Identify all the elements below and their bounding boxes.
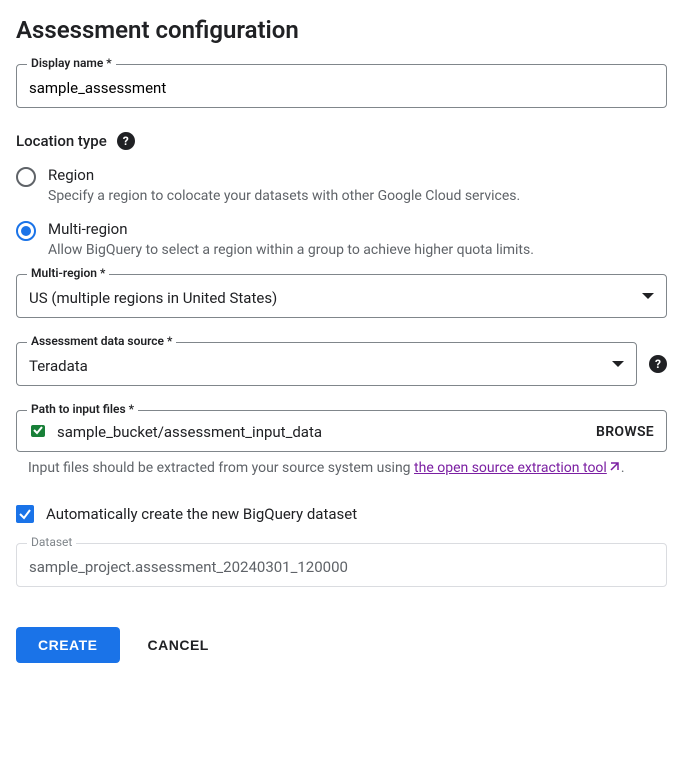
radio-region[interactable]: Region Specify a region to colocate your… [16, 166, 667, 204]
auto-create-label: Automatically create the new BigQuery da… [46, 505, 357, 523]
radio-multiregion-desc: Allow BigQuery to select a region within… [48, 242, 534, 258]
external-link-icon [607, 460, 621, 481]
multiregion-select[interactable]: Multi-region * US (multiple regions in U… [16, 274, 667, 318]
help-icon[interactable]: ? [649, 355, 667, 373]
radio-region-label: Region [48, 166, 520, 184]
display-name-label: Display name * [27, 56, 116, 70]
extraction-tool-link[interactable]: the open source extraction tool [414, 460, 621, 476]
multiregion-value[interactable]: US (multiple regions in United States) [17, 275, 666, 317]
radio-region-control[interactable] [16, 167, 36, 187]
create-button[interactable]: CREATE [16, 627, 120, 663]
cancel-button[interactable]: CANCEL [148, 637, 209, 653]
data-source-label: Assessment data source * [27, 334, 176, 348]
dataset-field: Dataset [16, 543, 667, 587]
path-hint: Input files should be extracted from you… [28, 458, 667, 481]
auto-create-checkbox[interactable] [16, 505, 34, 523]
display-name-field[interactable]: Display name * [16, 64, 667, 108]
radio-region-desc: Specify a region to colocate your datase… [48, 188, 520, 204]
multiregion-label: Multi-region * [27, 266, 109, 280]
path-value: sample_bucket/assessment_input_data [57, 423, 586, 441]
path-field[interactable]: Path to input files * sample_bucket/asse… [16, 410, 667, 452]
radio-multiregion-label: Multi-region [48, 220, 534, 238]
browse-button[interactable]: BROWSE [596, 424, 654, 440]
radio-multiregion-control[interactable] [16, 221, 36, 241]
path-label: Path to input files * [27, 402, 138, 416]
location-type-title: Location type [16, 132, 107, 150]
help-icon[interactable]: ? [117, 132, 135, 150]
bucket-icon [29, 421, 47, 443]
display-name-input[interactable] [17, 65, 666, 107]
radio-multiregion[interactable]: Multi-region Allow BigQuery to select a … [16, 220, 667, 258]
dataset-label: Dataset [27, 535, 76, 549]
page-title: Assessment configuration [16, 16, 667, 44]
data-source-select[interactable]: Assessment data source * Teradata [16, 342, 637, 386]
data-source-value[interactable]: Teradata [17, 343, 636, 385]
dataset-input [17, 544, 666, 586]
